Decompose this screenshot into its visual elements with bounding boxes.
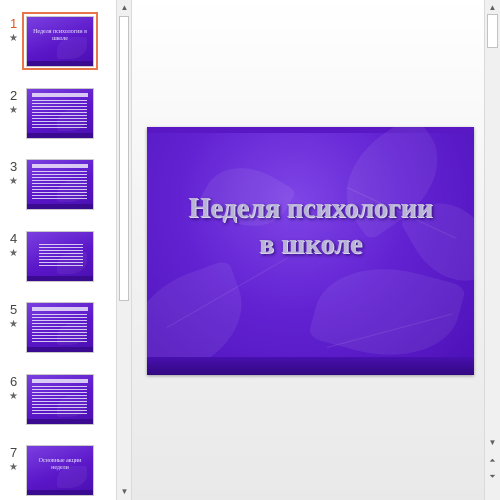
- slide-bottom-band: [27, 490, 93, 495]
- slide-number: 1: [10, 16, 18, 31]
- slide-bottom-band: [27, 61, 93, 66]
- slide-thumbnail[interactable]: 7 ★ Основные акции недели: [0, 443, 116, 500]
- animation-star-icon[interactable]: ★: [9, 462, 18, 473]
- thumbnail-title: Основные акции недели: [38, 458, 82, 471]
- thumbnail-text-lines: [32, 171, 87, 201]
- animation-star-icon[interactable]: ★: [9, 391, 18, 402]
- editor-scrollbar[interactable]: ▲ ▼ ⏶ ⏷: [484, 0, 500, 500]
- slide-bottom-band: [147, 357, 474, 375]
- scroll-down-icon[interactable]: ▼: [486, 436, 499, 449]
- animation-star-icon[interactable]: ★: [9, 248, 18, 259]
- thumbnail-heading: [32, 93, 88, 97]
- slide-bottom-band: [27, 419, 93, 424]
- thumbnail-text-lines: [32, 386, 87, 416]
- thumbnail-heading: [32, 164, 88, 168]
- thumbnail-slide-preview[interactable]: Неделя психологии в школе: [27, 17, 93, 66]
- slide-bottom-band: [27, 276, 93, 281]
- thumbnail-slide-preview[interactable]: [27, 232, 93, 281]
- thumbnail-slide-preview[interactable]: Основные акции недели: [27, 446, 93, 495]
- thumbnail-slide-preview[interactable]: [27, 89, 93, 138]
- slide-bottom-band: [27, 133, 93, 138]
- slide-number: 6: [10, 374, 18, 389]
- previous-slide-icon[interactable]: ⏶: [486, 454, 499, 467]
- scrollbar-thumb[interactable]: [487, 14, 498, 48]
- thumbnail-text-lines: [32, 100, 87, 130]
- slide-editing-area[interactable]: Неделя психологии в школе: [132, 0, 484, 500]
- thumbnails-scrollbar[interactable]: ▲ ▼: [116, 0, 132, 500]
- thumbnail-text-lines: [39, 244, 83, 267]
- thumbnail-slide-preview[interactable]: [27, 375, 93, 424]
- scrollbar-thumb[interactable]: [119, 16, 129, 301]
- slide-bottom-band: [27, 204, 93, 209]
- slide-thumbnail[interactable]: 2 ★: [0, 86, 116, 150]
- animation-star-icon[interactable]: ★: [9, 105, 18, 116]
- slide-number: 5: [10, 302, 18, 317]
- slide-number: 4: [10, 231, 18, 246]
- slide-thumbnail[interactable]: 4 ★: [0, 229, 116, 293]
- scroll-up-icon[interactable]: ▲: [486, 1, 499, 14]
- thumbnail-slide-preview[interactable]: [27, 160, 93, 209]
- slide-number: 7: [10, 445, 18, 460]
- slide-number: 3: [10, 159, 18, 174]
- next-slide-icon[interactable]: ⏷: [486, 470, 499, 483]
- thumbnail-slide-preview[interactable]: [27, 303, 93, 352]
- thumbnail-heading: [32, 307, 88, 311]
- slide-thumbnail[interactable]: 5 ★: [0, 300, 116, 364]
- thumbnail-title: Неделя психологии в школе: [33, 29, 87, 42]
- slide-thumbnail[interactable]: 6 ★: [0, 372, 116, 436]
- thumbnail-text-lines: [32, 314, 87, 344]
- slide-number: 2: [10, 88, 18, 103]
- slide-thumbnails-pane[interactable]: 1 ★ Неделя психологии в школе 2 ★ 3 ★ 4 ★ 5 ★ 6 ★ 7 ★ О…: [0, 0, 116, 500]
- scroll-down-icon[interactable]: ▼: [118, 485, 131, 498]
- scroll-up-icon[interactable]: ▲: [118, 1, 131, 14]
- slide-bottom-band: [27, 347, 93, 352]
- slide-title[interactable]: Неделя психологии в школе: [157, 191, 464, 263]
- current-slide[interactable]: Неделя психологии в школе: [147, 127, 474, 375]
- animation-star-icon[interactable]: ★: [9, 319, 18, 330]
- thumbnail-heading: [32, 379, 88, 383]
- slide-thumbnail[interactable]: 3 ★: [0, 157, 116, 221]
- animation-star-icon[interactable]: ★: [9, 176, 18, 187]
- animation-star-icon[interactable]: ★: [9, 33, 18, 44]
- slide-thumbnail[interactable]: 1 ★ Неделя психологии в школе: [0, 12, 116, 78]
